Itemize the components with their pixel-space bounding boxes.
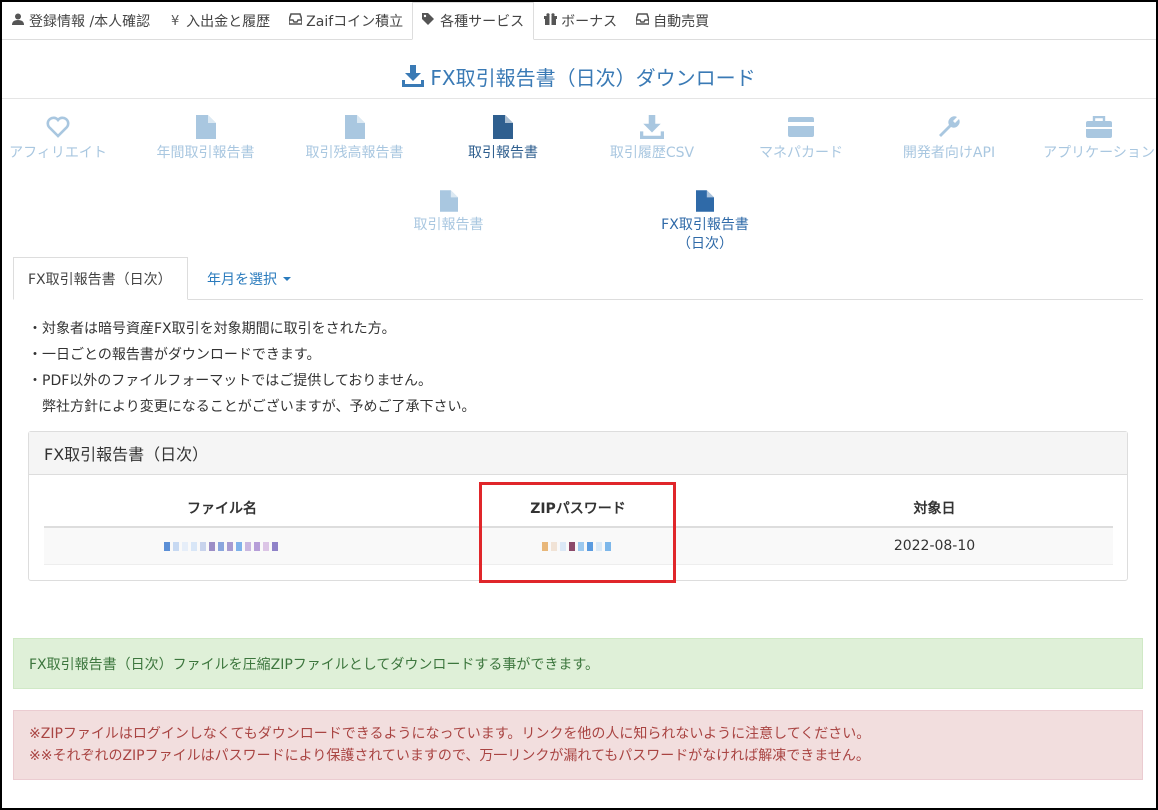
service-balance-report[interactable]: 取引残高報告書 (302, 112, 407, 162)
user-icon (11, 13, 25, 29)
file-icon (650, 186, 760, 216)
tab-auto-trading-label: 自動売買 (653, 14, 710, 30)
note-line: ・一日ごとの報告書がダウンロードできます。 (28, 347, 321, 363)
service-application[interactable]: アプリケーション (1040, 112, 1158, 162)
service-developer-api[interactable]: 開発者向けAPI (899, 112, 999, 162)
subservice-trade-report[interactable]: 取引報告書 (400, 186, 497, 235)
service-affiliate[interactable]: アフィリエイト (8, 112, 108, 162)
service-balance-report-label: 取引残高報告書 (305, 145, 404, 161)
redacted-pixel (253, 541, 260, 551)
service-manepa-card-label: マネパカード (759, 145, 843, 161)
tab-fx-daily[interactable]: FX取引報告書（日次） (13, 257, 188, 300)
tab-account[interactable]: 登録情報 /本人確認 (2, 2, 159, 40)
caret-down-icon (283, 276, 291, 281)
redacted-pixel (271, 541, 278, 551)
target-date: 2022-08-10 (893, 538, 976, 554)
tab-coin-savings-label: Zaifコイン積立 (306, 14, 404, 30)
yen-icon: ¥ (171, 13, 180, 29)
redacted-pixel (217, 541, 224, 551)
file-icon (153, 112, 258, 142)
subservice-fx-daily-label-2: （日次） (677, 236, 733, 252)
file-icon (302, 112, 407, 142)
tab-services[interactable]: 各種サービス (412, 2, 535, 40)
file-icon (465, 112, 541, 142)
redacted-pixel (181, 541, 188, 551)
page-title-text: FX取引報告書（日次）ダウンロード (430, 66, 756, 90)
credit-card-icon (756, 112, 846, 142)
danger-alert-line: ※※それぞれのZIPファイルはパスワードにより保護されていますので、万一リンクが… (29, 748, 870, 764)
danger-alert-line: ※ZIPファイルはログインしなくてもダウンロードできるようになっています。リンク… (29, 726, 871, 742)
heart-icon (8, 112, 108, 142)
subservice-trade-report-label: 取引報告書 (413, 217, 484, 233)
wrench-icon (899, 112, 999, 142)
success-alert-text: FX取引報告書（日次）ファイルを圧縮ZIPファイルとしてダウンロードする事ができ… (29, 656, 599, 673)
tab-fx-daily-label: FX取引報告書（日次） (28, 271, 172, 288)
danger-alert: ※ZIPファイルはログインしなくてもダウンロードできるようになっています。リンク… (13, 710, 1143, 780)
service-developer-api-label: 開発者向けAPI (902, 145, 996, 161)
service-affiliate-label: アフィリエイト (9, 145, 107, 161)
tags-icon (422, 13, 436, 29)
service-manepa-card[interactable]: マネパカード (756, 112, 846, 162)
subservice-fx-daily[interactable]: FX取引報告書 （日次） (650, 186, 760, 254)
tab-auto-trading[interactable]: 自動売買 (626, 2, 718, 40)
tab-bonus-label: ボーナス (561, 14, 618, 30)
inbox-icon (634, 13, 650, 29)
redacted-pixel (190, 541, 197, 551)
tab-bonus[interactable]: ボーナス (534, 2, 626, 40)
inner-tabs: FX取引報告書（日次） 年月を選択 (13, 257, 1143, 300)
tab-deposit-history[interactable]: ¥ 入出金と履歴 (159, 2, 279, 40)
column-header-filename: ファイル名 (187, 501, 257, 517)
redacted-pixel (163, 541, 170, 551)
inbox-icon (287, 13, 303, 29)
tab-account-label: 登録情報 /本人確認 (29, 14, 151, 30)
redacted-pixel (235, 541, 242, 551)
tab-services-label: 各種サービス (440, 14, 525, 30)
service-annual-report-label: 年間取引報告書 (156, 145, 255, 161)
download-icon (606, 112, 698, 142)
service-history-csv[interactable]: 取引履歴CSV (606, 112, 698, 162)
month-select-label: 年月を選択 (207, 271, 277, 288)
service-history-csv-label: 取引履歴CSV (609, 145, 695, 161)
redacted-pixel (172, 541, 179, 551)
page-title: FX取引報告書（日次）ダウンロード (0, 62, 1158, 92)
highlight-box (479, 482, 676, 583)
redacted-pixel (208, 541, 215, 551)
briefcase-icon (1040, 112, 1158, 142)
service-trade-report[interactable]: 取引報告書 (465, 112, 541, 162)
note-line: ・PDF以外のファイルフォーマットではご提供しておりません。 (28, 373, 433, 389)
file-icon (400, 186, 497, 216)
redacted-pixel (262, 541, 269, 551)
success-alert: FX取引報告書（日次）ファイルを圧縮ZIPファイルとしてダウンロードする事ができ… (13, 638, 1143, 689)
service-application-label: アプリケーション (1043, 145, 1155, 161)
top-nav: 登録情報 /本人確認 ¥ 入出金と履歴 Zaifコイン積立 各種サービス ボーナス… (2, 2, 1156, 40)
column-header-date: 対象日 (913, 501, 956, 517)
service-trade-report-label: 取引報告書 (468, 145, 538, 161)
subservice-fx-daily-label-1: FX取引報告書 (661, 217, 749, 233)
note-line: ・対象者は暗号資産FX取引を対象期間に取引をされた方。 (28, 321, 396, 337)
filename-link-redacted[interactable] (44, 528, 400, 564)
tab-coin-savings[interactable]: Zaifコイン積立 (279, 2, 412, 40)
notes: ・対象者は暗号資産FX取引を対象期間に取引をされた方。 ・一日ごとの報告書がダウ… (28, 316, 475, 420)
download-icon (402, 65, 425, 92)
month-select-dropdown[interactable]: 年月を選択 (193, 257, 305, 300)
divider (2, 98, 1156, 99)
gift-icon (543, 13, 557, 29)
service-annual-report[interactable]: 年間取引報告書 (153, 112, 258, 162)
note-line: 弊社方針により変更になることがございますが、予めご了承下さい。 (28, 399, 476, 415)
redacted-pixel (226, 541, 233, 551)
redacted-pixel (199, 541, 206, 551)
panel-title: FX取引報告書（日次） (29, 432, 1127, 475)
tab-deposit-history-label: 入出金と履歴 (186, 14, 271, 30)
redacted-pixel (244, 541, 251, 551)
